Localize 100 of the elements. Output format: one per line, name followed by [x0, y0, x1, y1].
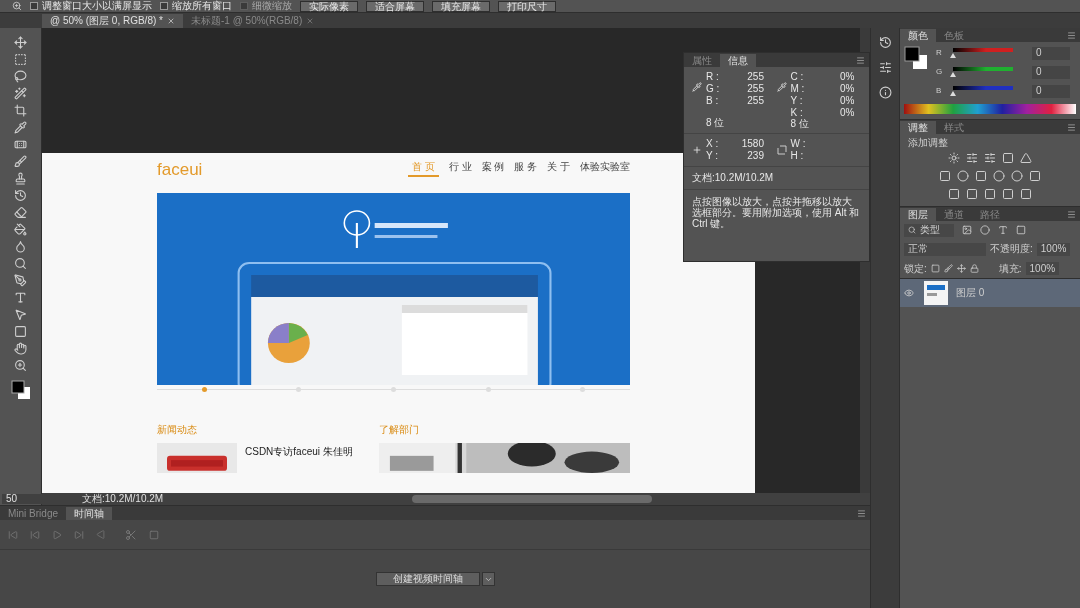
adjustment-icon[interactable] [975, 170, 987, 182]
slider-thumb[interactable] [950, 72, 956, 77]
lock-pixels-icon[interactable] [930, 264, 940, 273]
panel-tab[interactable]: 色板 [936, 29, 972, 42]
info-icon[interactable] [878, 86, 892, 99]
marquee-icon[interactable] [14, 53, 27, 66]
adjustment-icon[interactable] [1020, 188, 1032, 200]
adjustment-icon[interactable] [984, 188, 996, 200]
panel-menu-icon[interactable] [1067, 31, 1076, 40]
news-title: CSDN专访faceui 朱佳明 [244, 445, 354, 459]
shape-filter-icon[interactable] [1016, 225, 1026, 235]
adjustment-icon[interactable] [984, 152, 996, 164]
channel-slider[interactable] [950, 67, 1016, 77]
panel-menu-icon[interactable] [1067, 123, 1076, 132]
type-filter-icon[interactable] [998, 225, 1008, 235]
lock-icon[interactable] [969, 264, 979, 273]
adjustment-icon[interactable] [1020, 152, 1032, 164]
color-swatch-icon[interactable] [10, 380, 31, 400]
panel-tab[interactable]: 样式 [936, 121, 972, 134]
bandage-icon[interactable] [14, 138, 27, 151]
option-button[interactable]: 填充屏幕 [432, 0, 490, 12]
dropdown-button[interactable] [481, 572, 495, 586]
channel-value-field[interactable]: 0 [1032, 46, 1070, 60]
pen-icon[interactable] [14, 274, 27, 287]
document-tab[interactable]: 未标题-1 @ 50%(RGB/8) [182, 14, 323, 28]
panel-tab[interactable]: 调整 [900, 121, 936, 134]
option-button[interactable]: 实际像素 [300, 0, 358, 12]
adjustment-icon[interactable] [1029, 170, 1041, 182]
adjustment-icon[interactable] [939, 170, 951, 182]
crop-icon[interactable] [14, 104, 27, 117]
adjustment-icon[interactable] [1002, 188, 1014, 200]
type-icon[interactable] [14, 291, 27, 304]
layer-row[interactable]: 图层 0 [900, 279, 1080, 307]
history-icon[interactable] [878, 36, 892, 49]
panel-tab[interactable]: 通道 [936, 208, 972, 221]
pointer-icon[interactable] [14, 308, 27, 321]
history-brush-icon[interactable] [14, 189, 27, 202]
channel-slider[interactable] [950, 86, 1016, 96]
panel-menu-icon[interactable] [1067, 210, 1076, 219]
checkbox[interactable] [30, 2, 38, 10]
channel-slider[interactable] [950, 48, 1016, 58]
nav-link[interactable]: 体验实验室 [580, 161, 630, 177]
eraser-icon[interactable] [14, 206, 27, 219]
filter-dropdown[interactable]: 类型 [904, 223, 954, 237]
adjustment-icon[interactable] [1011, 170, 1023, 182]
stamp-icon[interactable] [14, 172, 27, 185]
move-icon[interactable] [956, 264, 966, 273]
move-icon[interactable] [14, 36, 27, 49]
checkbox[interactable] [160, 2, 168, 10]
adjustment-icon[interactable] [957, 170, 969, 182]
fill-field[interactable]: 100% [1025, 262, 1060, 275]
panel-tab[interactable]: 属性 [684, 54, 720, 67]
panel-tab[interactable]: 图层 [900, 208, 936, 221]
panel-menu-icon[interactable] [857, 509, 866, 518]
slider-thumb[interactable] [950, 91, 956, 96]
opacity-field[interactable]: 100% [1036, 242, 1071, 256]
nav-link[interactable]: 行 业 [448, 161, 472, 177]
channel-value-field[interactable]: 0 [1032, 65, 1070, 79]
hand-icon[interactable] [14, 342, 27, 355]
document-tab[interactable]: @ 50% (图层 0, RGB/8) * [42, 14, 183, 28]
droplet-icon[interactable] [14, 240, 27, 253]
visibility-toggle[interactable] [904, 288, 916, 298]
blend-mode-dropdown[interactable]: 正常 [904, 242, 986, 256]
nav-link[interactable]: 服 务 [514, 161, 538, 177]
nav-link[interactable]: 案 例 [481, 161, 505, 177]
zoom-icon[interactable] [12, 1, 22, 11]
option-button[interactable]: 打印尺寸 [498, 0, 556, 12]
adjustment-icon[interactable] [948, 188, 960, 200]
zoom-icon[interactable] [14, 359, 27, 372]
adjustment-icon[interactable] [993, 170, 1005, 182]
adjustment-icon[interactable] [966, 188, 978, 200]
channel-value-field[interactable]: 0 [1032, 84, 1070, 98]
image-filter-icon[interactable] [962, 225, 972, 235]
rectangle-icon[interactable] [14, 325, 27, 338]
eyedropper-icon[interactable] [14, 121, 27, 134]
panel-tab[interactable]: 时间轴 [66, 507, 113, 520]
panel-tab[interactable]: Mini Bridge [0, 507, 67, 520]
panel-menu-icon[interactable] [856, 56, 865, 65]
panel-tab[interactable]: 颜色 [900, 29, 936, 42]
panel-tab[interactable]: 信息 [720, 54, 756, 67]
color-swatch-icon[interactable] [904, 46, 928, 70]
color-spectrum[interactable] [904, 104, 1076, 114]
horizontal-scrollbar[interactable] [412, 495, 652, 503]
adjustment-icon[interactable] [966, 152, 978, 164]
paint-bucket-icon[interactable] [14, 223, 27, 236]
brush-icon[interactable] [14, 155, 27, 168]
panel-tab[interactable]: 路径 [972, 208, 1008, 221]
option-button[interactable]: 适合屏幕 [366, 0, 424, 12]
adjustment-filter-icon[interactable] [980, 225, 990, 235]
adjustment-icon[interactable] [1002, 152, 1014, 164]
sliders-icon[interactable] [878, 61, 892, 74]
wand-icon[interactable] [14, 87, 27, 100]
slider-thumb[interactable] [950, 53, 956, 58]
brush-icon[interactable] [943, 264, 953, 273]
create-timeline-button[interactable]: 创建视频时间轴 [375, 572, 480, 586]
nav-link[interactable]: 关 于 [547, 161, 570, 177]
adjustment-icon[interactable] [948, 152, 960, 164]
search-icon[interactable] [14, 257, 27, 270]
lasso-icon[interactable] [14, 70, 27, 83]
close-icon[interactable] [166, 17, 175, 25]
